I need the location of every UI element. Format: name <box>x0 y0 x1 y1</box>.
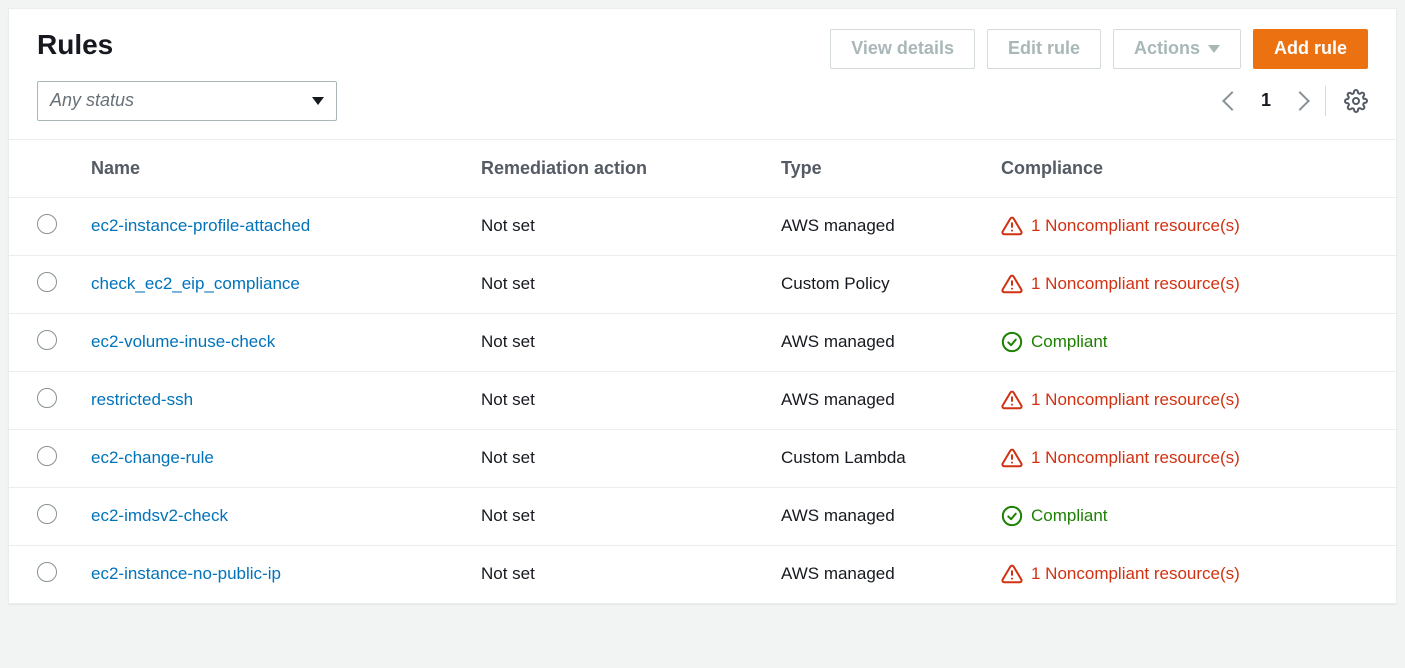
compliance-cell: Compliant <box>1001 505 1384 527</box>
compliance-text: Compliant <box>1031 506 1108 526</box>
compliance-cell: 1 Noncompliant resource(s) <box>1001 447 1384 469</box>
row-select-radio[interactable] <box>37 562 57 582</box>
rule-name-link[interactable]: check_ec2_eip_compliance <box>91 274 300 293</box>
row-select-radio[interactable] <box>37 272 57 292</box>
type-cell: Custom Policy <box>769 255 989 313</box>
remediation-cell: Not set <box>469 545 769 603</box>
row-select-radio[interactable] <box>37 214 57 234</box>
compliance-cell: 1 Noncompliant resource(s) <box>1001 389 1384 411</box>
type-cell: AWS managed <box>769 545 989 603</box>
remediation-cell: Not set <box>469 429 769 487</box>
column-compliance[interactable]: Compliance <box>989 139 1396 197</box>
edit-rule-button[interactable]: Edit rule <box>987 29 1101 69</box>
status-filter-select[interactable]: Any status <box>37 81 337 121</box>
rules-panel: Rules View details Edit rule Actions Add… <box>8 8 1397 604</box>
compliance-text: 1 Noncompliant resource(s) <box>1031 274 1240 294</box>
remediation-cell: Not set <box>469 487 769 545</box>
page-title: Rules <box>37 29 113 61</box>
column-remediation[interactable]: Remediation action <box>469 139 769 197</box>
compliance-text: 1 Noncompliant resource(s) <box>1031 564 1240 584</box>
actions-toolbar: View details Edit rule Actions Add rule <box>830 29 1368 69</box>
actions-label: Actions <box>1134 38 1200 60</box>
rule-name-link[interactable]: ec2-imdsv2-check <box>91 506 228 525</box>
rules-table: Name Remediation action Type Compliance … <box>9 139 1396 603</box>
table-row: check_ec2_eip_compliance Not setCustom Po… <box>9 255 1396 313</box>
view-details-button[interactable]: View details <box>830 29 975 69</box>
column-type[interactable]: Type <box>769 139 989 197</box>
check-circle-icon <box>1001 331 1023 353</box>
panel-header: Rules View details Edit rule Actions Add… <box>9 9 1396 77</box>
table-row: ec2-volume-inuse-check Not setAWS managed… <box>9 313 1396 371</box>
column-select <box>9 139 79 197</box>
rule-name-link[interactable]: ec2-instance-no-public-ip <box>91 564 281 583</box>
chevron-down-icon <box>1208 45 1220 53</box>
type-cell: AWS managed <box>769 313 989 371</box>
type-cell: AWS managed <box>769 487 989 545</box>
table-row: restricted-ssh Not setAWS managed 1 Noncom… <box>9 371 1396 429</box>
remediation-cell: Not set <box>469 371 769 429</box>
alert-triangle-icon <box>1001 273 1023 295</box>
prev-page-button[interactable] <box>1222 91 1242 111</box>
table-row: ec2-instance-no-public-ip Not setAWS mana… <box>9 545 1396 603</box>
next-page-button[interactable] <box>1290 91 1310 111</box>
column-name[interactable]: Name <box>79 139 469 197</box>
table-row: ec2-instance-profile-attached Not setAWS … <box>9 197 1396 255</box>
check-circle-icon <box>1001 505 1023 527</box>
alert-triangle-icon <box>1001 389 1023 411</box>
rule-name-link[interactable]: ec2-instance-profile-attached <box>91 216 310 235</box>
compliance-cell: Compliant <box>1001 331 1384 353</box>
divider <box>1325 86 1326 116</box>
rule-name-link[interactable]: ec2-change-rule <box>91 448 214 467</box>
rule-name-link[interactable]: restricted-ssh <box>91 390 193 409</box>
table-row: ec2-change-rule Not setCustom Lambda 1 Non… <box>9 429 1396 487</box>
row-select-radio[interactable] <box>37 388 57 408</box>
row-select-radio[interactable] <box>37 446 57 466</box>
compliance-cell: 1 Noncompliant resource(s) <box>1001 563 1384 585</box>
compliance-text: 1 Noncompliant resource(s) <box>1031 390 1240 410</box>
alert-triangle-icon <box>1001 563 1023 585</box>
settings-button[interactable] <box>1344 89 1368 113</box>
compliance-cell: 1 Noncompliant resource(s) <box>1001 273 1384 295</box>
alert-triangle-icon <box>1001 447 1023 469</box>
compliance-text: Compliant <box>1031 332 1108 352</box>
remediation-cell: Not set <box>469 313 769 371</box>
actions-dropdown-button[interactable]: Actions <box>1113 29 1241 69</box>
type-cell: Custom Lambda <box>769 429 989 487</box>
row-select-radio[interactable] <box>37 330 57 350</box>
rule-name-link[interactable]: ec2-volume-inuse-check <box>91 332 275 351</box>
remediation-cell: Not set <box>469 197 769 255</box>
page-number: 1 <box>1257 90 1275 111</box>
add-rule-button[interactable]: Add rule <box>1253 29 1368 69</box>
type-cell: AWS managed <box>769 371 989 429</box>
chevron-down-icon <box>312 97 324 105</box>
alert-triangle-icon <box>1001 215 1023 237</box>
compliance-text: 1 Noncompliant resource(s) <box>1031 448 1240 468</box>
filter-row: Any status 1 <box>9 77 1396 139</box>
compliance-cell: 1 Noncompliant resource(s) <box>1001 215 1384 237</box>
row-select-radio[interactable] <box>37 504 57 524</box>
table-row: ec2-imdsv2-check Not setAWS managed Compli… <box>9 487 1396 545</box>
type-cell: AWS managed <box>769 197 989 255</box>
pagination: 1 <box>1225 86 1368 116</box>
compliance-text: 1 Noncompliant resource(s) <box>1031 216 1240 236</box>
status-filter-placeholder: Any status <box>50 90 134 111</box>
gear-icon <box>1344 89 1368 113</box>
remediation-cell: Not set <box>469 255 769 313</box>
